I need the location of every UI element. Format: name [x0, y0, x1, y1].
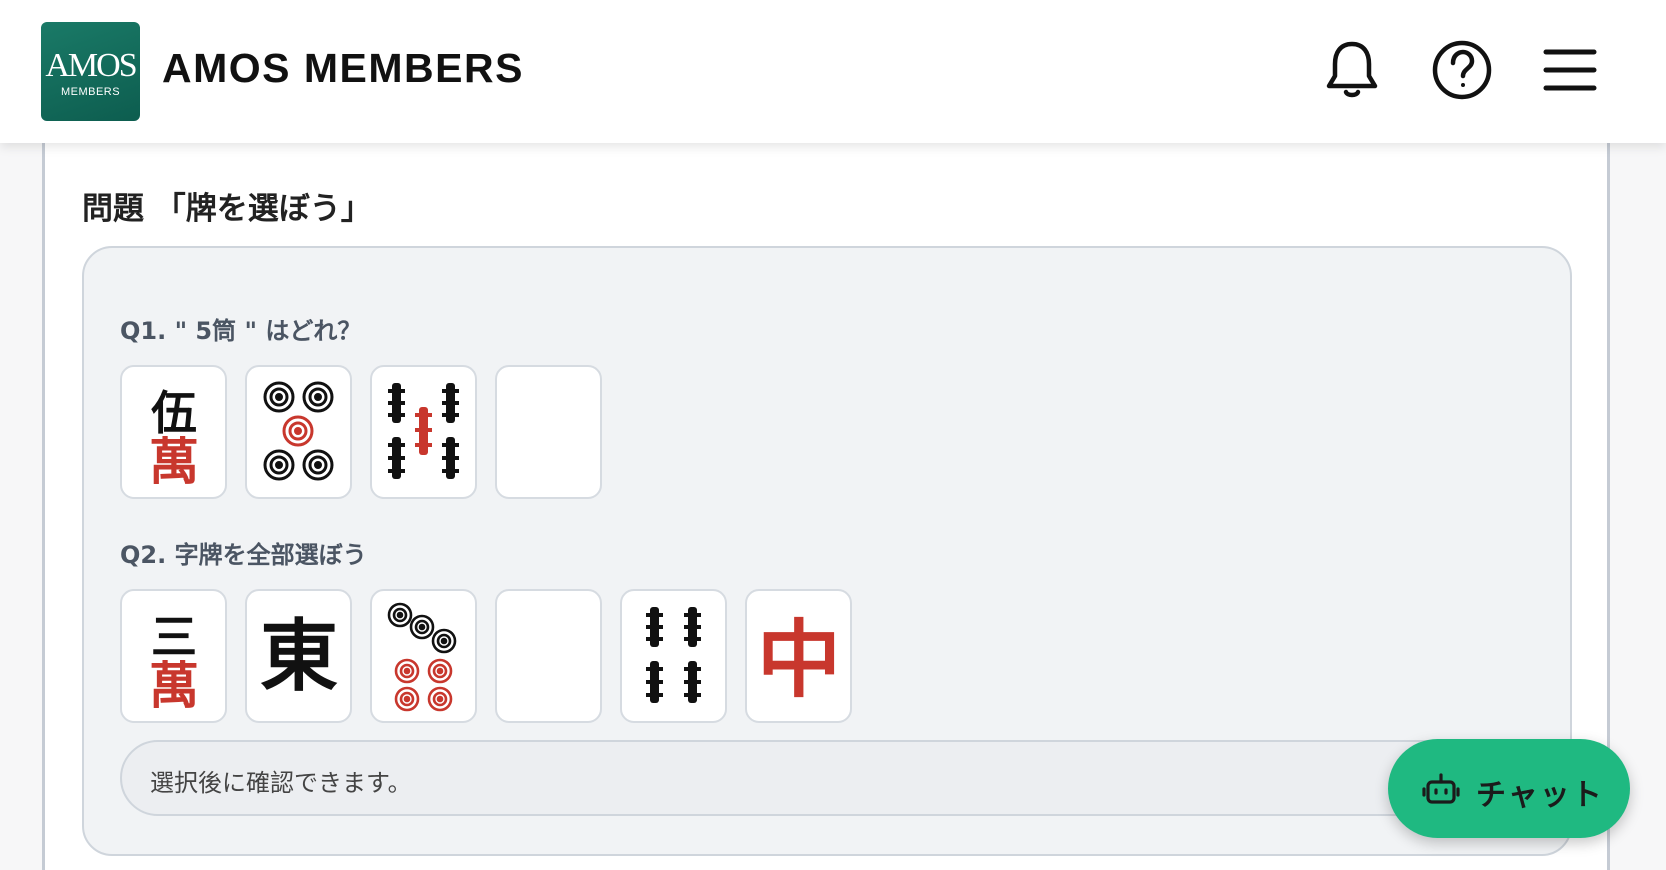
- white-dragon-tile[interactable]: [495, 589, 602, 723]
- white-dragon-tile[interactable]: [495, 365, 602, 499]
- app-title: AMOS MEMBERS: [162, 45, 524, 91]
- 7-pin-tile[interactable]: [370, 589, 477, 723]
- section-title: 問題 「牌を選ぼう」: [82, 191, 372, 227]
- tile-glyph: 中: [757, 610, 841, 709]
- tile-glyph: 東: [260, 611, 338, 702]
- status-message: 選択後に確認できます。: [150, 769, 412, 797]
- tile-glyph-bottom: 萬: [149, 432, 199, 491]
- 5-sou-tile[interactable]: [370, 365, 477, 499]
- east-wind-tile[interactable]: 東: [245, 589, 352, 723]
- bell-icon[interactable]: [1320, 38, 1384, 102]
- question-1-label: Q1. " 5筒 " はどれ？: [120, 317, 362, 345]
- chat-button-label: チャット: [1476, 778, 1604, 813]
- 4-sou-tile[interactable]: [620, 589, 727, 723]
- tile-glyph-bottom: 萬: [149, 656, 199, 715]
- help-circle-icon[interactable]: [1430, 38, 1494, 102]
- chat-button[interactable]: チャット: [1388, 739, 1630, 838]
- amos-logo[interactable]: AMOS MEMBERS: [41, 22, 140, 121]
- status-message-bar: 選択後に確認できます。: [120, 740, 1560, 816]
- red-dragon-tile[interactable]: 中: [745, 589, 852, 723]
- logo-sub-text: MEMBERS: [60, 86, 121, 98]
- 5-man-tile[interactable]: 伍 萬: [120, 365, 227, 499]
- 3-man-tile[interactable]: 三 萬: [120, 589, 227, 723]
- logo-main-text: AMOS: [45, 47, 137, 84]
- robot-chat-icon: [1422, 770, 1460, 808]
- app-header: AMOS MEMBERS AMOS MEMBERS: [0, 0, 1666, 143]
- hamburger-menu-icon[interactable]: [1538, 38, 1602, 102]
- 5-pin-tile[interactable]: [245, 365, 352, 499]
- question-2-label: Q2. 字牌を全部選ぼう: [120, 541, 367, 569]
